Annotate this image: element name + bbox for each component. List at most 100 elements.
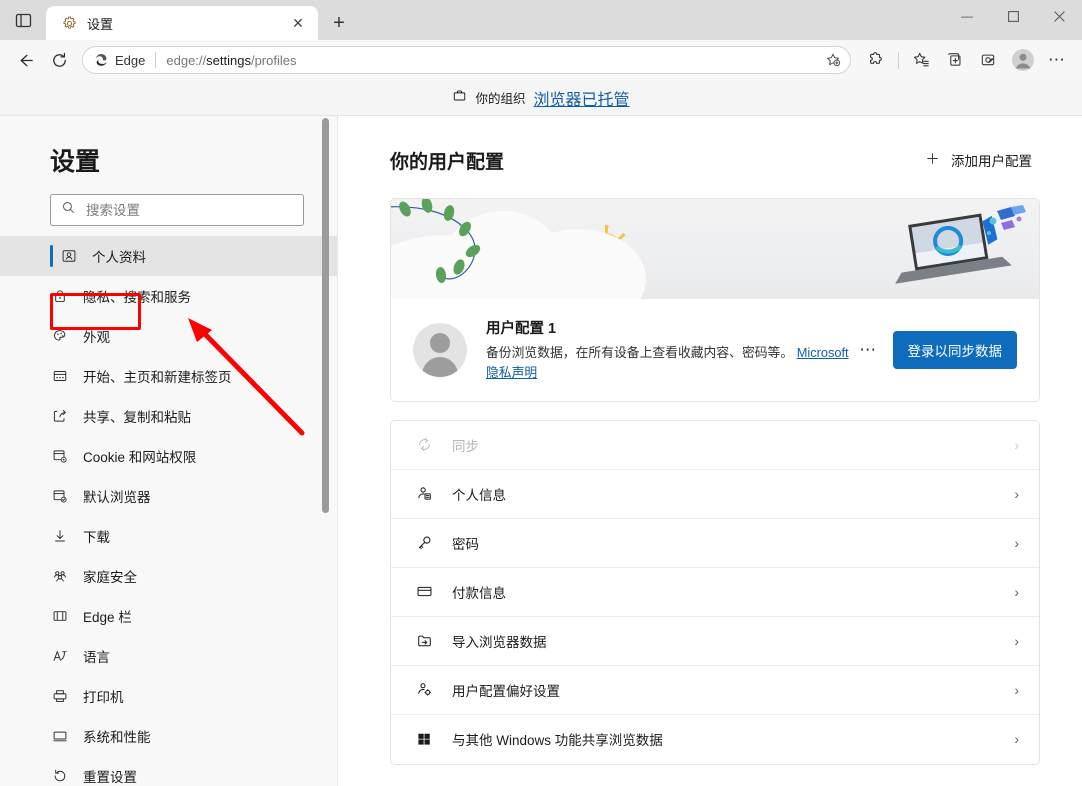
sidebar-item-label: 隐私、搜索和服务 (83, 290, 191, 305)
settings-row-label: 密码 (452, 536, 479, 552)
gear-icon (60, 14, 78, 32)
sidebar-item-label: 外观 (83, 330, 110, 345)
profile-card-icon (59, 248, 79, 264)
sidebar-item-label: 打印机 (83, 690, 124, 705)
edge-chip-label: Edge (115, 52, 146, 68)
sidebar-item-printers[interactable]: 打印机 (0, 676, 337, 716)
reset-icon (50, 768, 70, 784)
plus-icon (925, 151, 940, 169)
person-avatar-icon (413, 322, 467, 377)
vine-illustration (391, 199, 481, 283)
chevron-right-icon: › (1014, 436, 1019, 453)
sidebar-item-start-home-newtab[interactable]: 开始、主页和新建标签页 (0, 356, 337, 396)
profile-more-button[interactable]: ⋯ (853, 334, 885, 366)
tab-actions-icon[interactable] (0, 0, 46, 40)
add-profile-button[interactable]: 添加用户配置 (917, 144, 1040, 176)
extensions-icon[interactable] (859, 45, 893, 75)
url-prefix: edge:// (166, 52, 207, 68)
profile-name: 用户配置 1 (486, 321, 557, 337)
sidebar-item-default-browser[interactable]: 默认浏览器 (0, 476, 337, 516)
profile-settings-list: 同步 › 个人信息 › 密码 › 付款信息 › 导入浏览器数据 › 用户配置偏好… (390, 419, 1040, 765)
edge-bar-icon (50, 608, 70, 624)
profile-card: 用户配置 1 备份浏览数据，在所有设备上查看收藏内容、密码等。 Microsof… (390, 198, 1040, 402)
sync-icon (413, 436, 435, 453)
monitor-icon (50, 728, 70, 744)
profile-summary-row: 用户配置 1 备份浏览数据，在所有设备上查看收藏内容、密码等。 Microsof… (391, 299, 1039, 401)
sidebar-item-label: Edge 栏 (83, 610, 132, 625)
settings-row-profile-preferences[interactable]: 用户配置偏好设置 › (391, 666, 1039, 715)
favorites-star-icon[interactable] (904, 45, 938, 75)
managed-banner-link[interactable]: 浏览器已托管 (534, 86, 630, 110)
chevron-right-icon: › (1014, 681, 1019, 698)
settings-row-label: 付款信息 (452, 585, 506, 601)
profile-description-text: 备份浏览数据，在所有设备上查看收藏内容、密码等。 (486, 345, 794, 360)
search-wrapper (0, 194, 337, 226)
search-settings-box[interactable] (50, 194, 304, 226)
sidebar-item-downloads[interactable]: 下载 (0, 516, 337, 556)
page-title: 设置 (50, 148, 101, 176)
printer-icon (50, 688, 70, 704)
browser-tab[interactable]: 设置 ✕ (46, 6, 318, 40)
sidebar-item-languages[interactable]: 语言 (0, 636, 337, 676)
credit-card-icon (413, 583, 435, 600)
sidebar-item-label: 共享、复制和粘贴 (83, 410, 191, 425)
sidebar-item-family-safety[interactable]: 家庭安全 (0, 556, 337, 596)
screenshot-edit-icon[interactable] (972, 45, 1006, 75)
settings-row-label: 导入浏览器数据 (452, 634, 547, 650)
settings-row-sync[interactable]: 同步 › (391, 421, 1039, 470)
sidebar-item-edge-bar[interactable]: Edge 栏 (0, 596, 337, 636)
sidebar-item-reset-settings[interactable]: 重置设置 (0, 756, 337, 786)
edge-identity-chip: Edge (93, 52, 145, 68)
sidebar-item-label: 系统和性能 (83, 730, 151, 745)
refresh-button[interactable] (42, 45, 76, 75)
language-icon (50, 648, 70, 664)
sidebar-scrollbar[interactable] (322, 118, 329, 513)
settings-row-share-windows-features[interactable]: 与其他 Windows 功能共享浏览数据 › (391, 715, 1039, 764)
more-options-button[interactable]: ⋯ (1040, 45, 1074, 75)
main-header: 你的用户配置 添加用户配置 (390, 144, 1040, 176)
download-icon (50, 528, 70, 544)
settings-row-import-data[interactable]: 导入浏览器数据 › (391, 617, 1039, 666)
settings-row-passwords[interactable]: 密码 › (391, 519, 1039, 568)
settings-row-personal-info[interactable]: 个人信息 › (391, 470, 1039, 519)
signin-sync-button[interactable]: 登录以同步数据 (892, 330, 1017, 369)
settings-row-label: 与其他 Windows 功能共享浏览数据 (452, 733, 663, 749)
star-add-icon[interactable] (820, 48, 846, 72)
minimize-button[interactable]: — (944, 0, 990, 32)
main-title: 你的用户配置 (390, 151, 505, 173)
close-window-button[interactable] (1036, 0, 1082, 32)
toolbar-divider (898, 51, 899, 69)
settings-main-pane: 你的用户配置 添加用户配置 用户配置 1 备份浏览数据，在所有设备上查看收藏内容… (338, 116, 1082, 786)
sidebar-item-system-performance[interactable]: 系统和性能 (0, 716, 337, 756)
sidebar-item-label: 开始、主页和新建标签页 (83, 370, 232, 385)
title-bar: 设置 ✕ + — (0, 0, 1082, 40)
chevron-right-icon: › (1014, 731, 1019, 748)
windows-logo-icon (413, 731, 435, 747)
url-text: edge://settings/profiles (166, 53, 296, 68)
settings-row-payment-info[interactable]: 付款信息 › (391, 568, 1039, 617)
sidebar-item-profiles[interactable]: 个人资料 (0, 236, 337, 276)
search-input[interactable] (86, 202, 293, 218)
close-tab-icon[interactable]: ✕ (286, 11, 310, 35)
sidebar-item-label: 家庭安全 (83, 570, 137, 585)
address-bar[interactable]: Edge edge://settings/profiles (82, 46, 851, 74)
profile-avatar-icon[interactable] (1006, 45, 1040, 75)
maximize-button[interactable] (990, 0, 1036, 32)
browser-window: 设置 ✕ + — Edge edge://settings/profiles ⋯… (0, 0, 1082, 786)
sidebar-item-cookies-permissions[interactable]: Cookie 和网站权限 (0, 436, 337, 476)
new-tab-button[interactable]: + (322, 6, 356, 40)
sidebar-item-share-copy-paste[interactable]: 共享、复制和粘贴 (0, 396, 337, 436)
sidebar-item-appearance[interactable]: 外观 (0, 316, 337, 356)
collections-icon[interactable] (938, 45, 972, 75)
profile-meta: 用户配置 1 备份浏览数据，在所有设备上查看收藏内容、密码等。 Microsof… (486, 317, 853, 383)
back-button[interactable] (8, 45, 42, 75)
sidebar-item-privacy[interactable]: 隐私、搜索和服务 (0, 276, 337, 316)
default-browser-icon (50, 488, 70, 504)
key-icon (413, 534, 435, 551)
window-tabs-icon (50, 368, 70, 384)
sidebar-item-label: 重置设置 (83, 770, 137, 785)
profile-hero-banner (391, 199, 1039, 299)
settings-row-label: 同步 (452, 438, 479, 454)
settings-sidebar: 设置 个人资料 (0, 116, 338, 786)
palette-icon (50, 328, 70, 344)
